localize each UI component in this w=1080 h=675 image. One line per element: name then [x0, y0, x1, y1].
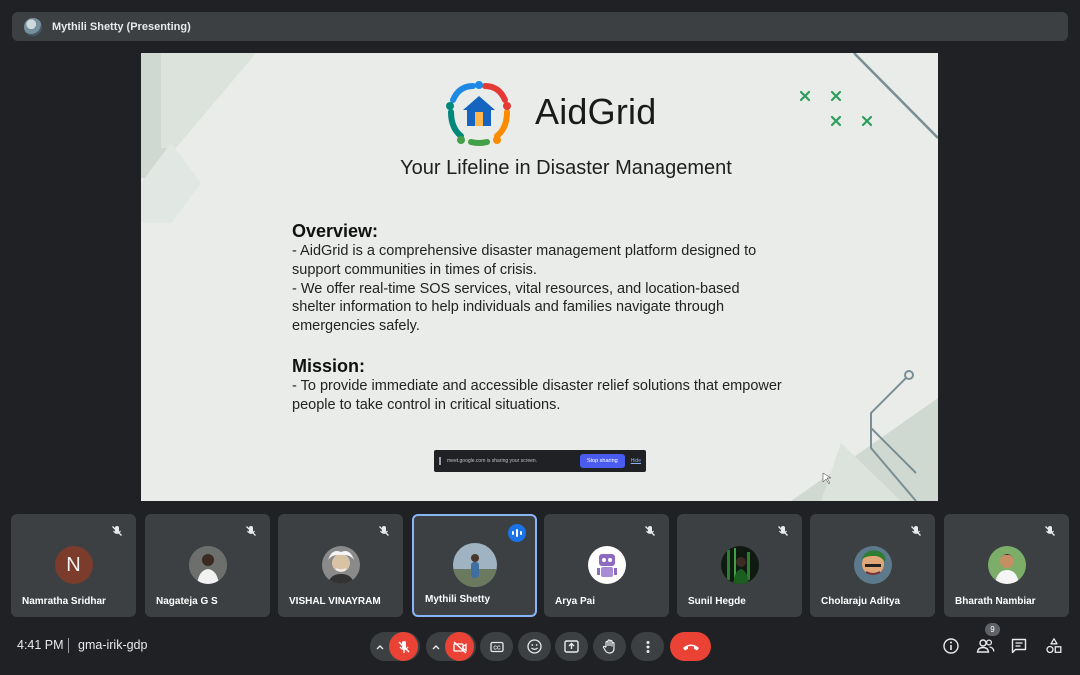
avatar: N: [54, 546, 93, 584]
mic-off-icon: [246, 526, 256, 536]
avatar: [321, 546, 360, 584]
chat-button[interactable]: [1009, 636, 1029, 656]
end-call-button[interactable]: [670, 632, 711, 661]
end-call-icon: [682, 644, 699, 650]
participant-tile-active-speaker[interactable]: Mythili Shetty: [412, 514, 537, 617]
drag-handle-icon[interactable]: [439, 457, 441, 465]
divider: [68, 638, 69, 653]
stop-sharing-button[interactable]: Stop sharing: [579, 454, 625, 468]
captions-button[interactable]: CC: [480, 632, 513, 661]
camera-off-icon: [452, 640, 467, 654]
mic-off-icon: [911, 526, 921, 536]
mic-off-icon: [645, 526, 655, 536]
raise-hand-button[interactable]: [593, 632, 626, 661]
participant-tile[interactable]: Nagateja G S: [145, 514, 270, 617]
meeting-clock: 4:41 PM: [17, 638, 64, 652]
participant-tile[interactable]: VISHAL VINAYRAM: [278, 514, 403, 617]
screen-share-notification: meet.google.com is sharing your screen. …: [434, 450, 646, 472]
shared-screen-slide: AidGrid Your Lifeline in Disaster Manage…: [141, 53, 938, 501]
overview-line: - We offer real-time SOS services, vital…: [292, 280, 740, 335]
chat-icon: [1011, 638, 1027, 654]
avatar: [720, 546, 759, 584]
people-button[interactable]: [975, 636, 995, 656]
participant-count-badge: 9: [985, 623, 1000, 636]
avatar: [853, 546, 892, 584]
captions-icon: CC: [489, 641, 504, 652]
mic-off-icon: [778, 526, 788, 536]
mission-line: - To provide immediate and accessible di…: [292, 377, 782, 413]
avatar: [188, 546, 227, 584]
info-icon: [943, 638, 959, 654]
raise-hand-icon: [602, 639, 615, 654]
mic-control: [370, 632, 420, 661]
participant-tile[interactable]: N Namratha Sridhar: [11, 514, 136, 617]
share-notice-text: meet.google.com is sharing your screen.: [447, 458, 538, 464]
hide-link[interactable]: Hide: [631, 458, 641, 464]
chevron-up-icon: [432, 644, 439, 649]
presenter-avatar: [24, 17, 42, 36]
camera-toggle-button[interactable]: [445, 632, 474, 661]
participant-tile[interactable]: Sunil Hegde: [677, 514, 802, 617]
mic-toggle-button[interactable]: [389, 632, 418, 661]
participant-name: Namratha Sridhar: [22, 596, 106, 607]
mic-off-icon: [397, 640, 410, 653]
participant-name: Sunil Hegde: [688, 596, 746, 607]
emoji-icon: [527, 639, 542, 654]
avatar: [987, 546, 1026, 584]
activities-icon: [1046, 638, 1062, 654]
more-vert-icon: [646, 640, 649, 653]
participant-name: Arya Pai: [555, 596, 596, 607]
mic-options-button[interactable]: [370, 642, 389, 652]
participant-name: Nagateja G S: [156, 596, 218, 607]
overview-heading: Overview:: [292, 221, 379, 241]
participant-name: Bharath Nambiar: [955, 596, 1036, 607]
participant-name: VISHAL VINAYRAM: [289, 596, 381, 607]
present-button[interactable]: [555, 632, 588, 661]
emoji-button[interactable]: [518, 632, 551, 661]
participant-tile[interactable]: Arya Pai: [544, 514, 669, 617]
aidgrid-logo-icon: [446, 81, 511, 146]
chevron-up-icon: [376, 644, 383, 649]
participant-tile[interactable]: Cholaraju Aditya: [810, 514, 935, 617]
meeting-details-button[interactable]: [941, 636, 961, 656]
mission-heading: Mission:: [292, 355, 366, 376]
camera-options-button[interactable]: [426, 642, 445, 652]
avatar: [452, 543, 497, 587]
activities-button[interactable]: [1044, 636, 1064, 656]
slide-brand-title: AidGrid: [535, 91, 657, 132]
presenter-bar[interactable]: Mythili Shetty (Presenting): [12, 12, 1068, 41]
mic-off-icon: [379, 526, 389, 536]
avatar: [587, 546, 626, 584]
more-options-button[interactable]: [631, 632, 664, 661]
mic-off-icon: [1045, 526, 1055, 536]
participant-name: Cholaraju Aditya: [821, 596, 901, 607]
svg-text:CC: CC: [493, 645, 501, 651]
meeting-code: gma-irik-gdp: [78, 638, 148, 652]
speaking-indicator-icon: [508, 524, 526, 542]
mic-off-icon: [112, 526, 122, 536]
slide-body: Overview: - AidGrid is a comprehensive d…: [292, 220, 782, 415]
presenter-name: Mythili Shetty (Presenting): [52, 20, 191, 33]
people-icon: [976, 639, 994, 653]
camera-control: [426, 632, 476, 661]
participant-name: Mythili Shetty: [425, 594, 491, 605]
slide-tagline: Your Lifeline in Disaster Management: [400, 157, 732, 179]
overview-line: - AidGrid is a comprehensive disaster ma…: [292, 243, 757, 278]
present-icon: [564, 640, 579, 653]
participant-tile[interactable]: Bharath Nambiar: [944, 514, 1069, 617]
